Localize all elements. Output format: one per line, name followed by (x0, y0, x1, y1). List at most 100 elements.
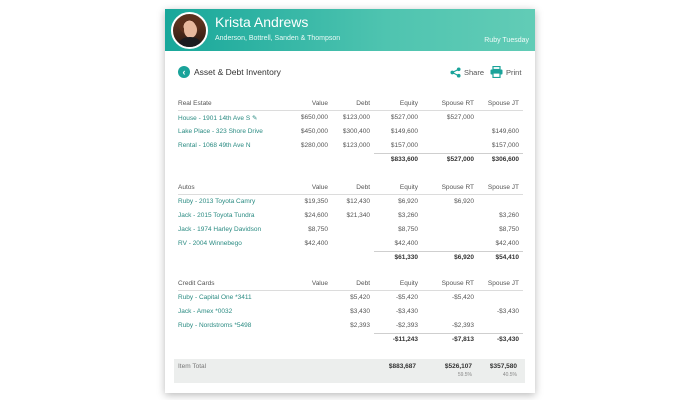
value-cell: $450,000 (300, 128, 328, 135)
profile-header: Krista Andrews Anderson, Bottrell, Sande… (165, 9, 535, 51)
debt-cell: $2,393 (350, 322, 370, 329)
spouse-rt-cell: -$5,420 (451, 294, 474, 301)
equity-cell: -$2,393 (395, 322, 418, 329)
section-autos: Autos Value Debt Equity Spouse RT Spouse… (178, 181, 523, 265)
item-link[interactable]: Ruby - Nordstroms *5498 (178, 322, 251, 329)
table-row: Ruby - Capital One *3411 $5,420 -$5,420 … (178, 291, 523, 305)
total-equity: -$11,243 (392, 336, 418, 343)
section-title: Credit Cards (178, 280, 215, 287)
grand-total-spouse-rt: $526,107 (444, 363, 472, 370)
back-arrow-icon[interactable]: ‹ (178, 66, 190, 78)
col-equity-header: Equity (399, 280, 418, 287)
equity-cell: $6,920 (398, 198, 418, 205)
debt-cell: $300,400 (342, 128, 370, 135)
item-link[interactable]: Lake Place - 323 Shore Drive (178, 128, 263, 135)
section-total-row: $833,600 $527,000 $306,600 (178, 153, 523, 167)
debt-cell: $123,000 (342, 114, 370, 121)
total-spouse-rt: -$7,813 (451, 336, 474, 343)
value-cell: $280,000 (300, 142, 328, 149)
share-icon (450, 66, 461, 78)
spouse-rt-cell: $6,920 (454, 198, 474, 205)
item-link[interactable]: Ruby - Capital One *3411 (178, 294, 252, 301)
item-link[interactable]: Jack - 1974 Harley Davidson (178, 226, 261, 233)
table-row: Ruby - 2013 Toyota Camry $19,350 $12,430… (178, 195, 523, 209)
total-equity: $61,330 (394, 254, 419, 261)
share-button[interactable]: Share (450, 66, 484, 78)
total-spouse-jt: -$3,430 (496, 336, 519, 343)
total-spouse-jt: $306,600 (491, 156, 519, 163)
section-header-row: Real Estate Value Debt Equity Spouse RT … (178, 97, 523, 111)
section-header-row: Autos Value Debt Equity Spouse RT Spouse… (178, 181, 523, 195)
section-credit-cards: Credit Cards Value Debt Equity Spouse RT… (178, 277, 523, 347)
col-debt-header: Debt (356, 184, 370, 191)
section-title: Real Estate (178, 100, 212, 107)
col-spouse-jt-header: Spouse JT (487, 184, 519, 191)
equity-cell: $157,000 (390, 142, 418, 149)
col-spouse-rt-header: Spouse RT (441, 100, 474, 107)
value-cell: $8,750 (308, 226, 328, 233)
total-equity: $833,600 (390, 156, 418, 163)
avatar-face (184, 22, 197, 38)
col-spouse-jt-header: Spouse JT (487, 100, 519, 107)
table-row: Jack - Amex *0032 $3,430 -$3,430 -$3,430 (178, 305, 523, 319)
print-label: Print (506, 67, 522, 77)
total-spouse-rt: $6,920 (454, 254, 474, 261)
col-equity-header: Equity (399, 100, 418, 107)
spouse-jt-cell: $8,750 (499, 226, 519, 233)
debt-cell: $12,430 (346, 198, 371, 205)
item-link[interactable]: House - 1901 14th Ave S ✎ (178, 114, 257, 122)
total-spouse-jt: $54,410 (495, 254, 520, 261)
spouse-rt-cell: $527,000 (446, 114, 474, 121)
client-name[interactable]: Ruby Tuesday (484, 37, 529, 44)
value-cell: $24,600 (304, 212, 329, 219)
share-label: Share (464, 67, 485, 77)
section-header-row: Credit Cards Value Debt Equity Spouse RT… (178, 277, 523, 291)
section-real-estate: Real Estate Value Debt Equity Spouse RT … (178, 97, 523, 167)
spouse-rt-cell: -$2,393 (451, 322, 474, 329)
spouse-jt-percent: 40.5% (502, 372, 517, 378)
col-debt-header: Debt (356, 280, 370, 287)
equity-cell: $527,000 (390, 114, 418, 121)
table-row: Rental - 1068 49th Ave N $280,000 $123,0… (178, 139, 523, 153)
value-cell: $650,000 (300, 114, 328, 121)
item-total-row: Item Total $883,687 $526,107 $357,580 59… (174, 359, 525, 383)
item-link[interactable]: Ruby - 2013 Toyota Camry (178, 198, 255, 205)
page-titlebar: ‹ Asset & Debt Inventory Share Print (178, 66, 523, 80)
equity-cell: $8,750 (398, 226, 418, 233)
col-spouse-rt-header: Spouse RT (441, 184, 474, 191)
equity-cell: $149,600 (390, 128, 418, 135)
item-link[interactable]: Rental - 1068 49th Ave N (178, 142, 251, 149)
debt-cell: $3,430 (350, 308, 370, 315)
asset-debt-card: Krista Andrews Anderson, Bottrell, Sande… (165, 9, 535, 393)
value-cell: $42,400 (304, 240, 329, 247)
equity-cell: $3,260 (398, 212, 418, 219)
debt-cell: $5,420 (350, 294, 370, 301)
grand-total-spouse-jt: $357,580 (489, 363, 517, 370)
col-equity-header: Equity (399, 184, 418, 191)
col-debt-header: Debt (356, 100, 370, 107)
debt-cell: $123,000 (342, 142, 370, 149)
value-cell: $19,350 (304, 198, 329, 205)
page-title: Asset & Debt Inventory (194, 67, 281, 77)
spouse-jt-cell: $3,260 (499, 212, 519, 219)
total-spouse-rt: $527,000 (446, 156, 474, 163)
section-total-row: -$11,243 -$7,813 -$3,430 (178, 333, 523, 347)
col-value-header: Value (311, 184, 328, 191)
item-link[interactable]: Jack - 2015 Toyota Tundra (178, 212, 254, 219)
item-link[interactable]: Jack - Amex *0032 (178, 308, 232, 315)
spouse-jt-cell: -$3,430 (496, 308, 519, 315)
section-title: Autos (178, 184, 195, 191)
col-spouse-rt-header: Spouse RT (441, 280, 474, 287)
table-row: House - 1901 14th Ave S ✎ $650,000 $123,… (178, 111, 523, 125)
section-total-row: $61,330 $6,920 $54,410 (178, 251, 523, 265)
print-button[interactable]: Print (490, 66, 521, 78)
avatar[interactable] (171, 12, 208, 49)
advisor-name: Krista Andrews (215, 14, 309, 30)
col-value-header: Value (311, 280, 328, 287)
item-total-label: Item Total (178, 363, 207, 370)
spouse-jt-cell: $157,000 (491, 142, 519, 149)
table-row: Jack - 2015 Toyota Tundra $24,600 $21,34… (178, 209, 523, 223)
firm-name: Anderson, Bottrell, Sanden & Thompson (215, 35, 341, 42)
table-row: Lake Place - 323 Shore Drive $450,000 $3… (178, 125, 523, 139)
item-link[interactable]: RV - 2004 Winnebego (178, 240, 242, 247)
